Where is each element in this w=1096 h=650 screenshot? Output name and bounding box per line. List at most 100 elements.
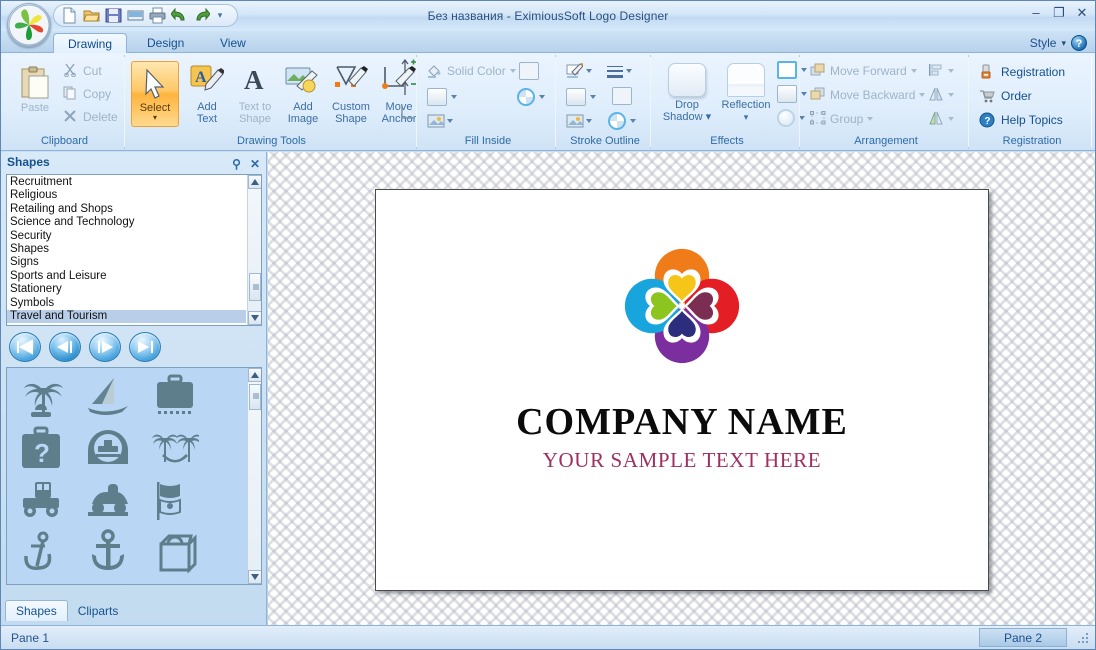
company-name-text[interactable]: COMPANY NAME xyxy=(376,400,988,444)
order-button[interactable]: Order xyxy=(979,88,1032,104)
bevel-button[interactable] xyxy=(777,61,807,79)
add-anchor-button[interactable] xyxy=(399,58,419,81)
align-button[interactable] xyxy=(928,63,954,79)
shape-thumb-nautical-flags[interactable] xyxy=(151,476,199,524)
tab-drawing[interactable]: Drawing xyxy=(53,33,128,54)
drop-shadow-button[interactable]: Drop Shadow ▾ xyxy=(659,62,715,123)
scrollbar-thumb[interactable] xyxy=(249,273,261,301)
list-item[interactable]: Signs xyxy=(7,256,246,269)
flip-vertical-button[interactable] xyxy=(928,111,954,127)
category-list-scrollbar[interactable] xyxy=(247,175,261,325)
maximize-button[interactable]: ❐ xyxy=(1052,6,1066,20)
list-item[interactable]: Stationery xyxy=(7,283,246,296)
move-backward-button[interactable]: Move Backward xyxy=(810,87,926,103)
resize-grip[interactable] xyxy=(1078,633,1090,645)
logo-artwork[interactable] xyxy=(376,238,988,378)
print-icon[interactable] xyxy=(149,7,166,24)
close-icon[interactable]: ✕ xyxy=(250,154,260,174)
app-orb-button[interactable] xyxy=(7,3,51,47)
list-item-selected[interactable]: Travel and Tourism xyxy=(7,309,246,324)
shape-thumb-sailboat[interactable] xyxy=(84,372,132,420)
delete-button[interactable]: Delete xyxy=(63,109,118,125)
shape-thumb-parasol-umbrella[interactable] xyxy=(84,580,132,584)
canvas-area[interactable]: COMPANY NAME YOUR SAMPLE TEXT HERE xyxy=(268,152,1095,627)
stroke-gradient-button[interactable] xyxy=(566,88,596,106)
shape-thumb-question-suitcase[interactable]: ? xyxy=(17,424,65,472)
shape-thumb-car-road[interactable] xyxy=(84,476,132,524)
corner-anchor-button[interactable] xyxy=(399,103,419,125)
select-tool-button[interactable]: Select ▾ xyxy=(131,61,179,127)
shape-thumb-anchor-rope[interactable] xyxy=(17,528,65,576)
previous-page-button[interactable] xyxy=(49,332,81,362)
stroke-color-button[interactable] xyxy=(566,63,592,79)
pin-icon[interactable]: ⚲ xyxy=(232,154,241,174)
logo-document-page[interactable]: COMPANY NAME YOUR SAMPLE TEXT HERE xyxy=(375,189,989,591)
paste-button[interactable]: Paste xyxy=(11,65,59,114)
customize-qat-icon[interactable]: ▾ xyxy=(215,7,225,24)
thumb-scroll-down-button[interactable] xyxy=(248,570,261,584)
export-icon[interactable] xyxy=(127,7,144,24)
fill-none-button[interactable] xyxy=(519,62,539,80)
list-item[interactable]: Shapes xyxy=(7,243,246,256)
open-icon[interactable] xyxy=(83,7,100,24)
stroke-width-button[interactable] xyxy=(606,63,632,79)
fill-gradient-button[interactable] xyxy=(427,88,457,106)
stroke-none-button[interactable] xyxy=(612,87,632,105)
cut-button[interactable]: Cut xyxy=(63,63,102,79)
group-button[interactable]: Group xyxy=(810,111,874,127)
fill-solid-color-button[interactable]: Solid Color xyxy=(427,63,516,79)
save-icon[interactable] xyxy=(105,7,122,24)
fill-texture-button[interactable] xyxy=(427,113,453,129)
help-topics-button[interactable]: ? Help Topics xyxy=(979,112,1063,128)
scroll-up-button[interactable] xyxy=(248,175,261,189)
shape-thumb-palm-island[interactable] xyxy=(17,372,65,420)
copy-button[interactable]: Copy xyxy=(63,86,111,102)
tab-cliparts[interactable]: Cliparts xyxy=(68,601,129,621)
shape-thumbnail-grid[interactable]: ? xyxy=(6,367,262,585)
fill-opacity-button[interactable] xyxy=(517,88,545,106)
stroke-texture-button[interactable] xyxy=(566,113,592,129)
redo-icon[interactable] xyxy=(193,7,211,24)
add-image-button[interactable]: Add Image xyxy=(279,64,327,125)
thumbnail-scrollbar[interactable] xyxy=(247,368,261,584)
minimize-button[interactable]: – xyxy=(1029,6,1043,20)
shape-thumb-anchor[interactable] xyxy=(84,528,132,576)
shape-thumb-suitcase[interactable] xyxy=(151,372,199,420)
new-icon[interactable] xyxy=(61,7,78,24)
registration-button[interactable]: Registration xyxy=(979,64,1065,80)
shape-thumb-vintage-car[interactable] xyxy=(17,476,65,524)
undo-icon[interactable] xyxy=(170,7,188,24)
text-to-shape-button[interactable]: A Text to Shape xyxy=(231,64,279,125)
next-page-button[interactable] xyxy=(89,332,121,362)
list-item[interactable]: Religious xyxy=(7,189,246,202)
list-item[interactable]: Science and Technology xyxy=(7,216,246,229)
reflection-button[interactable]: Reflection ▾ xyxy=(717,62,775,123)
tab-view[interactable]: View xyxy=(206,33,260,54)
list-item[interactable]: Security xyxy=(7,230,246,243)
stroke-opacity-button[interactable] xyxy=(608,112,636,130)
first-page-button[interactable] xyxy=(9,332,41,362)
add-text-button[interactable]: A Add Text xyxy=(183,64,231,125)
custom-shape-button[interactable]: Custom Shape xyxy=(327,64,375,125)
shape-thumb-airplane[interactable] xyxy=(17,580,65,584)
list-item[interactable]: Sports and Leisure xyxy=(7,270,246,283)
shape-thumb-shopping-bag[interactable] xyxy=(151,528,199,576)
thumbnail-scrollbar-thumb[interactable] xyxy=(249,384,261,410)
shape-thumb-palms-hammock[interactable] xyxy=(151,424,199,472)
remove-anchor-button[interactable] xyxy=(399,80,419,103)
scroll-down-button[interactable] xyxy=(248,311,261,325)
thumb-scroll-up-button[interactable] xyxy=(248,368,261,382)
close-button[interactable]: ✕ xyxy=(1075,6,1089,20)
list-item[interactable]: Recruitment xyxy=(7,176,246,189)
flip-horizontal-button[interactable] xyxy=(928,87,954,103)
list-item[interactable]: Retailing and Shops xyxy=(7,203,246,216)
shape-category-list[interactable]: Recruitment Religious Retailing and Shop… xyxy=(6,174,262,326)
shape-thumb-ship-badge[interactable] xyxy=(84,424,132,472)
inner-shadow-button[interactable] xyxy=(777,85,807,103)
shape-thumb-sailing-boat[interactable] xyxy=(151,580,199,584)
sample-text[interactable]: YOUR SAMPLE TEXT HERE xyxy=(376,448,988,473)
glow-button[interactable] xyxy=(777,109,805,127)
tab-design[interactable]: Design xyxy=(133,33,198,54)
move-forward-button[interactable]: Move Forward xyxy=(810,63,917,79)
style-menu[interactable]: Style ▾ ? xyxy=(1030,35,1087,51)
